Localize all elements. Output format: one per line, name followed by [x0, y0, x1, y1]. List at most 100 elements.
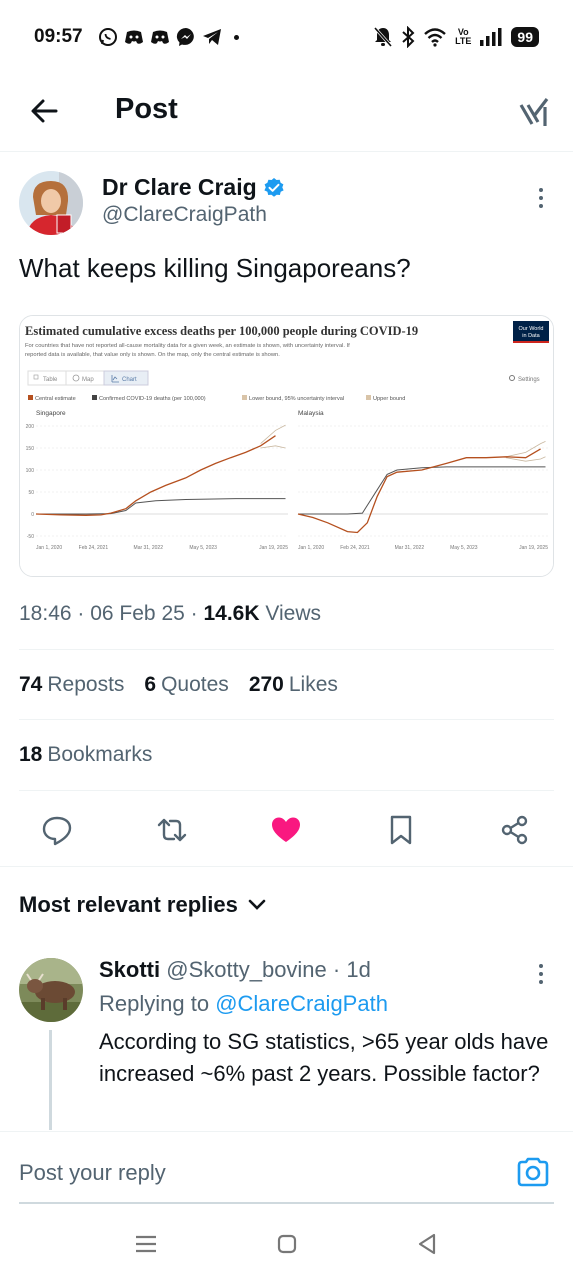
- x-tick-label: May 5, 2023: [189, 545, 217, 551]
- repost-icon[interactable]: [156, 814, 188, 846]
- likes-label: Likes: [288, 673, 338, 696]
- legend-label: Confirmed COVID-19 deaths (per 100,000): [99, 396, 206, 402]
- more-notifications-dot: [234, 34, 239, 40]
- y-tick-label: -50: [27, 534, 34, 540]
- post-time: 18:46: [19, 602, 72, 625]
- back-triangle-icon[interactable]: [413, 1230, 441, 1258]
- volte-bottom: LTE: [455, 36, 472, 46]
- tab-map[interactable]: Map: [82, 377, 94, 383]
- y-tick-label: 0: [31, 512, 34, 518]
- reply-author-avatar[interactable]: [19, 958, 83, 1022]
- quotes-count: 6: [144, 673, 157, 696]
- reply-icon[interactable]: [41, 814, 73, 846]
- system-navigation-bar: [0, 1206, 573, 1280]
- author-handle[interactable]: @ClareCraigPath: [102, 203, 267, 227]
- likes-stat[interactable]: 270 Likes: [249, 673, 338, 697]
- x-tick-label: Mar 31, 2022: [395, 545, 425, 551]
- legend-swatch: [92, 395, 97, 400]
- replies-sort-label: Most relevant replies: [19, 892, 238, 917]
- status-time: 09:57: [34, 26, 83, 47]
- legend-swatch: [366, 395, 371, 400]
- discord-icon-2: [151, 30, 169, 44]
- telegram-icon: [203, 29, 221, 45]
- post-image-chart[interactable]: Estimated cumulative excess deaths per 1…: [19, 315, 554, 577]
- page-title: Post: [115, 93, 178, 125]
- meta-separator: ·: [77, 602, 91, 625]
- whatsapp-icon: [99, 28, 117, 46]
- like-heart-icon[interactable]: [270, 814, 302, 846]
- post-date: 06 Feb 25: [90, 602, 185, 625]
- legend-label: Lower bound, 95% uncertainty interval: [249, 396, 344, 402]
- y-tick-label: 50: [28, 490, 34, 496]
- reply-header: Skotti @Skotty_bovine · 1d: [99, 957, 371, 983]
- quotes-label: Quotes: [161, 673, 229, 696]
- tab-table[interactable]: Table: [43, 377, 58, 383]
- wifi-icon: [424, 28, 446, 47]
- bookmark-icon[interactable]: [385, 814, 417, 846]
- replies-sort-dropdown[interactable]: Most relevant replies: [19, 892, 266, 918]
- back-arrow-icon[interactable]: [28, 94, 62, 128]
- verified-badge-icon: [264, 177, 284, 197]
- reposts-stat[interactable]: 74 Reposts: [19, 673, 124, 697]
- x-tick-label: Jan 19, 2025: [519, 545, 548, 551]
- share-icon[interactable]: [499, 814, 531, 846]
- legend-label: Upper bound: [373, 396, 405, 402]
- signal-icon: [480, 28, 502, 46]
- chevron-down-icon: [248, 899, 266, 910]
- camera-icon[interactable]: [516, 1156, 550, 1188]
- post-meta: 18:46 · 06 Feb 25 · 14.6K Views: [19, 602, 321, 626]
- x-tick-label: Feb 24, 2021: [79, 545, 109, 551]
- legend-label: Central estimate: [35, 396, 76, 402]
- recents-menu-icon[interactable]: [132, 1230, 160, 1258]
- y-tick-label: 150: [26, 446, 35, 452]
- replying-to: Replying to @ClareCraigPath: [99, 991, 388, 1017]
- notification-icons: [98, 24, 239, 50]
- legend-swatch: [242, 395, 247, 400]
- bell-off-icon: [373, 27, 393, 47]
- likes-count: 270: [248, 673, 284, 696]
- reposts-count: 74: [19, 673, 43, 696]
- home-square-icon[interactable]: [273, 1230, 301, 1258]
- meta-separator-2: ·: [190, 602, 204, 625]
- settings-button[interactable]: Settings: [518, 377, 540, 383]
- chart-subtitle-line-1: For countries that have not reported all…: [25, 343, 350, 349]
- author-avatar[interactable]: [19, 171, 83, 235]
- reply-composer: Post your reply: [0, 1131, 573, 1204]
- engagement-stats: 74 Reposts 6 Quotes 270 Likes: [19, 673, 338, 697]
- chart-title: Estimated cumulative excess deaths per 1…: [25, 324, 418, 338]
- battery-indicator: 99: [511, 27, 539, 47]
- reply-author-handle[interactable]: @Skotty_bovine: [166, 957, 327, 982]
- reply-author-name[interactable]: Skotti: [99, 957, 160, 982]
- author-name-text[interactable]: Dr Clare Craig: [102, 174, 257, 201]
- legend-swatch: [28, 395, 33, 400]
- replying-to-label: Replying to: [99, 991, 210, 1016]
- bluetooth-icon: [402, 26, 415, 48]
- bookmarks-label: Bookmarks: [47, 743, 153, 766]
- panel-name: Malaysia: [298, 410, 324, 417]
- quotes-stat[interactable]: 6 Quotes: [144, 673, 228, 697]
- more-options-icon[interactable]: [531, 186, 551, 210]
- reposts-label: Reposts: [47, 673, 125, 696]
- divider: [19, 719, 554, 720]
- bookmarks-count: 18: [19, 743, 43, 766]
- views-label: Views: [265, 602, 322, 625]
- post-actions-bar: [0, 806, 573, 852]
- reply-input[interactable]: Post your reply: [19, 1160, 166, 1186]
- y-tick-label: 200: [26, 424, 35, 430]
- messenger-icon: [176, 27, 194, 46]
- x-tick-label: Jan 19, 2025: [259, 545, 288, 551]
- bookmarks-stat[interactable]: 18 Bookmarks: [19, 743, 152, 767]
- system-icons: Vo LTE 99: [373, 24, 539, 50]
- grok-icon[interactable]: [516, 94, 552, 130]
- views-count: 14.6K: [203, 602, 260, 625]
- discord-icon: [125, 30, 143, 44]
- reply-more-options-icon[interactable]: [531, 962, 551, 986]
- tab-chart[interactable]: Chart: [122, 377, 137, 383]
- author-name[interactable]: Dr Clare Craig: [102, 174, 285, 201]
- excess-deaths-chart: Estimated cumulative excess deaths per 1…: [20, 316, 553, 576]
- x-tick-label: Mar 31, 2022: [134, 545, 164, 551]
- y-tick-label: 100: [26, 468, 35, 474]
- replying-to-mention[interactable]: @ClareCraigPath: [215, 991, 388, 1016]
- status-bar: 09:57 Vo LTE 99: [0, 0, 573, 76]
- composer-underline: [19, 1202, 554, 1204]
